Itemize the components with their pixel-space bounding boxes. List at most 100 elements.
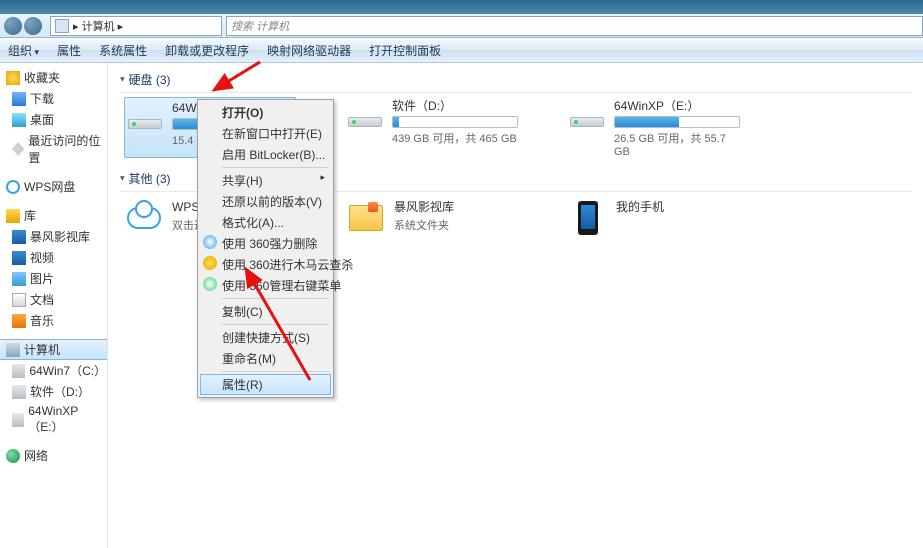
toolbar-control-panel[interactable]: 打开控制面板 [369,42,441,59]
sidebar-item-downloads[interactable]: 下载 [0,88,107,109]
menu-item[interactable]: 在新窗口中打开(E) [200,123,331,144]
menu-item[interactable]: 重命名(M) [200,348,331,369]
sidebar-item-label: 64Win7（C:） [29,362,103,379]
menu-item[interactable]: 属性(R) [200,374,331,395]
drive-d[interactable]: 软件（D:） 439 GB 可用，共 465 GB [346,97,518,158]
sidebar-item-label: 网络 [24,447,48,464]
folder-icon [346,198,386,238]
sidebar-item-drive-c[interactable]: 64Win7（C:） [0,360,107,381]
hdd-icon [126,99,166,131]
library-icon [6,209,20,223]
item-label: 我的手机 [616,198,740,215]
sidebar-item-stormvideo[interactable]: 暴风影视库 [0,226,107,247]
hdd-icon [346,97,386,129]
menu-separator [222,324,329,325]
sidebar-item-label: 计算机 [24,341,60,358]
drive-usage-bar [392,116,518,128]
menu-item[interactable]: 启用 BitLocker(B)... [200,144,331,165]
sidebar-item-desktop[interactable]: 桌面 [0,109,107,130]
menu-separator [222,371,329,372]
sidebar-item-music[interactable]: 音乐 [0,310,107,331]
cloud-icon [124,198,164,238]
menu-item[interactable]: 使用 360管理右键菜单 [200,275,331,296]
menu-separator [222,298,329,299]
video-icon [12,251,26,265]
sidebar-item-video[interactable]: 视频 [0,247,107,268]
menu-item[interactable]: 打开(O) [200,102,331,123]
drive-usage-bar [614,116,740,128]
sidebar-item-label: WPS网盘 [24,178,75,195]
window-title-bar [0,0,923,14]
menu-separator [222,167,329,168]
menu-item[interactable]: 共享(H) [200,170,331,191]
download-icon [12,92,26,106]
toolbar-organize[interactable]: 组织 [8,42,39,59]
sidebar-item-pictures[interactable]: 图片 [0,268,107,289]
menu-item[interactable]: 创建快捷方式(S) [200,327,331,348]
context-menu: 打开(O)在新窗口中打开(E)启用 BitLocker(B)... 共享(H)还原… [197,99,334,398]
forward-button[interactable] [24,17,42,35]
sidebar-wps[interactable]: WPS网盘 [0,176,107,197]
hdd-icon [568,97,608,129]
menu-item[interactable]: 还原以前的版本(V) [200,191,331,212]
pc-icon [55,19,69,33]
drive-icon [12,413,24,427]
section-drives[interactable]: 硬盘 (3) [120,67,911,93]
sidebar-item-documents[interactable]: 文档 [0,289,107,310]
drive-icon [12,364,25,378]
menu-item[interactable]: 格式化(A)... [200,212,331,233]
address-path: ▸ 计算机 ▸ [73,18,123,34]
address-bar[interactable]: ▸ 计算机 ▸ [50,16,222,36]
video-icon [12,230,26,244]
sidebar-item-label: 视频 [30,249,54,266]
sidebar-item-label: 暴风影视库 [30,228,90,245]
sidebar-item-label: 收藏夹 [24,69,60,86]
toolbar-uninstall[interactable]: 卸载或更改程序 [165,42,249,59]
search-input[interactable]: 搜索 计算机 [226,16,923,36]
sidebar-item-label: 库 [24,207,36,224]
pc-icon [6,343,20,357]
nav-bar: ▸ 计算机 ▸ 搜索 计算机 [0,14,923,38]
phone-icon [568,198,608,238]
picture-icon [12,272,26,286]
sidebar-item-drive-e[interactable]: 64WinXP（E:） [0,402,107,437]
back-button[interactable] [4,17,22,35]
drive-label: 64WinXP（E:） [614,97,740,114]
menu-item[interactable]: 使用 360进行木马云查杀 [200,254,331,275]
sidebar-item-label: 图片 [30,270,54,287]
section-label: 其他 (3) [129,170,171,187]
menu-item[interactable]: 使用 360强力删除 [200,233,331,254]
sidebar: 收藏夹 下载 桌面 最近访问的位置 WPS网盘 库 暴风影视库 视频 图片 文档… [0,63,108,548]
network-icon [6,449,20,463]
search-placeholder: 搜索 计算机 [231,18,289,34]
sidebar-item-recent[interactable]: 最近访问的位置 [0,130,107,168]
toolbar-system-properties[interactable]: 系统属性 [99,42,147,59]
sidebar-item-label: 音乐 [30,312,54,329]
toolbar-properties[interactable]: 属性 [57,42,81,59]
toolbar-map-drive[interactable]: 映射网络驱动器 [267,42,351,59]
recent-icon [12,142,24,156]
drive-e[interactable]: 64WinXP（E:） 26.5 GB 可用，共 55.7 GB [568,97,740,158]
star-icon [6,71,20,85]
desktop-icon [12,113,26,127]
sidebar-network[interactable]: 网络 [0,445,107,466]
drive-free-text: 439 GB 可用，共 465 GB [392,130,518,146]
menu-item[interactable]: 复制(C) [200,301,331,322]
section-label: 硬盘 (3) [129,71,171,88]
drive-free-text: 26.5 GB 可用，共 55.7 GB [614,130,740,158]
sidebar-favorites[interactable]: 收藏夹 [0,67,107,88]
drive-icon [12,385,26,399]
sidebar-item-label: 64WinXP（E:） [28,404,103,435]
music-icon [12,314,26,328]
cloud-icon [6,180,20,194]
drive-label: 软件（D:） [392,97,518,114]
sidebar-computer[interactable]: 计算机 [0,339,107,360]
other-myphone[interactable]: 我的手机 [568,198,740,238]
menu-icon [203,256,217,270]
sidebar-item-label: 最近访问的位置 [28,132,103,166]
sidebar-item-label: 下载 [30,90,54,107]
sidebar-libraries[interactable]: 库 [0,205,107,226]
other-stormvideo[interactable]: 暴风影视库 系统文件夹 [346,198,518,238]
menu-icon [203,277,217,291]
sidebar-item-drive-d[interactable]: 软件（D:） [0,381,107,402]
